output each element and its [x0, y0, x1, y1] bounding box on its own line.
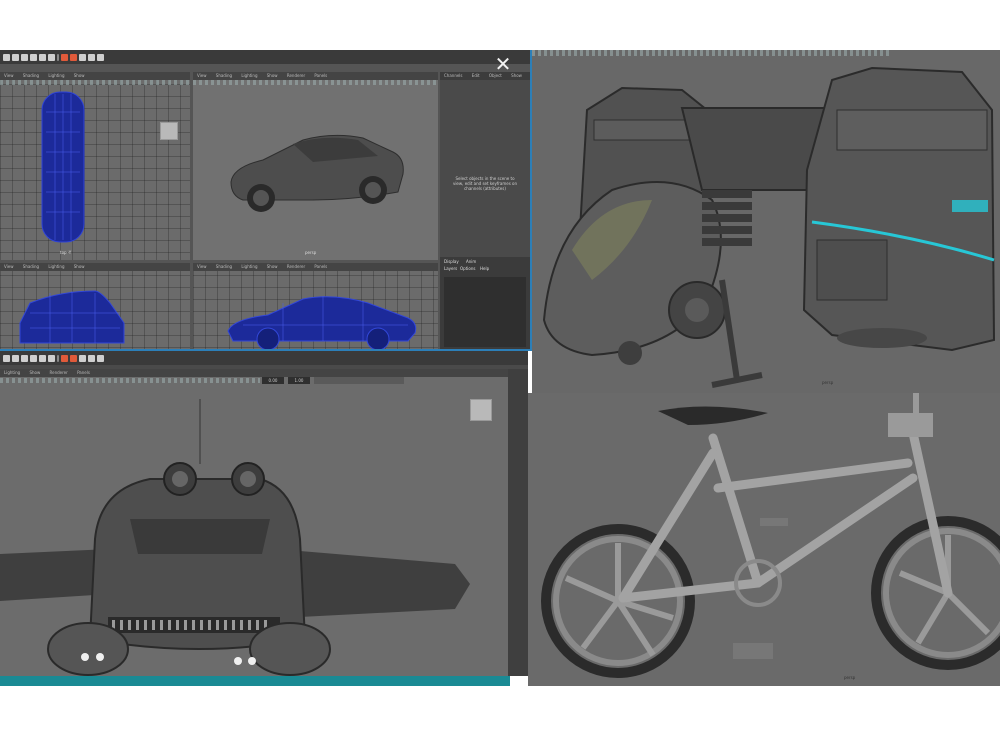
- channel-box-menubar: Channels Edit Object Show: [440, 72, 530, 80]
- bmx-bike-model: [541, 393, 1000, 678]
- car-front-wireframe: [19, 290, 125, 344]
- snap-point-icon[interactable]: [79, 53, 86, 61]
- car-persp-shaded: [230, 134, 404, 212]
- viewport-top-label: top -Y: [60, 250, 72, 255]
- viewport-persp[interactable]: View Shading Lighting Show Renderer Pane…: [193, 72, 438, 260]
- channel-box-hint: Select objects in the scene to view, edi…: [452, 176, 518, 191]
- top-left-shelf: [0, 50, 530, 64]
- render-icon[interactable]: [88, 354, 95, 362]
- snap-grid-icon[interactable]: [61, 53, 68, 61]
- layer-menu-options[interactable]: Options: [460, 266, 475, 271]
- bottom-left-shelf: [0, 351, 528, 365]
- select-tool-icon[interactable]: [3, 354, 10, 362]
- bottom-left-maya-window: Lighting Show Renderer Panels 0.00 1.00: [0, 351, 528, 676]
- paint-tool-icon[interactable]: [21, 354, 28, 362]
- move-tool-icon[interactable]: [30, 53, 37, 61]
- scale-tool-icon[interactable]: [48, 354, 55, 362]
- hover-car-side-panel: [508, 369, 528, 676]
- bike-render-view[interactable]: persp: [528, 393, 1000, 686]
- ipr-render-icon[interactable]: [97, 354, 104, 362]
- layer-editor: Display Anim Layers Options Help: [440, 257, 530, 350]
- view-cube-icon[interactable]: [160, 122, 178, 140]
- separator-icon: [57, 53, 59, 61]
- bottom-teal-bar: [0, 676, 510, 686]
- layer-list: [444, 277, 526, 347]
- viewport-front[interactable]: View Shading Lighting Show: [0, 263, 190, 350]
- rotate-tool-icon[interactable]: [39, 354, 46, 362]
- viewport-hover-car[interactable]: Lighting Show Renderer Panels 0.00 1.00: [0, 369, 508, 676]
- rotate-tool-icon[interactable]: [39, 53, 46, 61]
- top-left-maya-window: View Shading Lighting Show top -Y View S…: [0, 50, 530, 350]
- snap-grid-icon[interactable]: [61, 354, 68, 362]
- menu-show[interactable]: Show: [511, 73, 522, 78]
- viewport-persp-label: persp: [305, 250, 317, 255]
- drone-view-label: persp: [822, 380, 834, 385]
- lasso-tool-icon[interactable]: [12, 53, 19, 61]
- scale-tool-icon[interactable]: [48, 53, 55, 61]
- snap-point-icon[interactable]: [79, 354, 86, 362]
- select-tool-icon[interactable]: [3, 53, 10, 61]
- anim-tab[interactable]: Anim: [466, 259, 476, 264]
- ipr-render-icon[interactable]: [97, 53, 104, 61]
- car-side-wireframe: [227, 296, 417, 350]
- drone-render-view[interactable]: persp: [532, 50, 1000, 393]
- car-top-wireframe: [41, 91, 85, 243]
- bike-view-label: persp: [844, 675, 856, 680]
- drone-model: [542, 66, 996, 388]
- paint-tool-icon[interactable]: [21, 53, 28, 61]
- snap-curve-icon[interactable]: [70, 354, 77, 362]
- viewport-side[interactable]: View Shading Lighting Show Renderer Pane…: [193, 263, 438, 350]
- move-tool-icon[interactable]: [30, 354, 37, 362]
- snap-curve-icon[interactable]: [70, 53, 77, 61]
- close-icon[interactable]: ✕: [494, 54, 512, 74]
- layer-menu-layers[interactable]: Layers: [444, 266, 457, 271]
- channel-box-panel: Channels Edit Object Show Select objects…: [440, 72, 530, 350]
- menu-channels[interactable]: Channels: [444, 73, 463, 78]
- screenshot-root: { "top_left_window": { "panel_menu": ["V…: [0, 0, 1000, 750]
- hover-car-model: [0, 399, 470, 676]
- menu-edit[interactable]: Edit: [472, 73, 480, 78]
- layer-menu-help[interactable]: Help: [480, 266, 489, 271]
- lasso-tool-icon[interactable]: [12, 354, 19, 362]
- separator-icon: [57, 354, 59, 362]
- viewport-top[interactable]: View Shading Lighting Show top -Y: [0, 72, 190, 260]
- display-tab[interactable]: Display: [444, 259, 459, 264]
- render-icon[interactable]: [88, 53, 95, 61]
